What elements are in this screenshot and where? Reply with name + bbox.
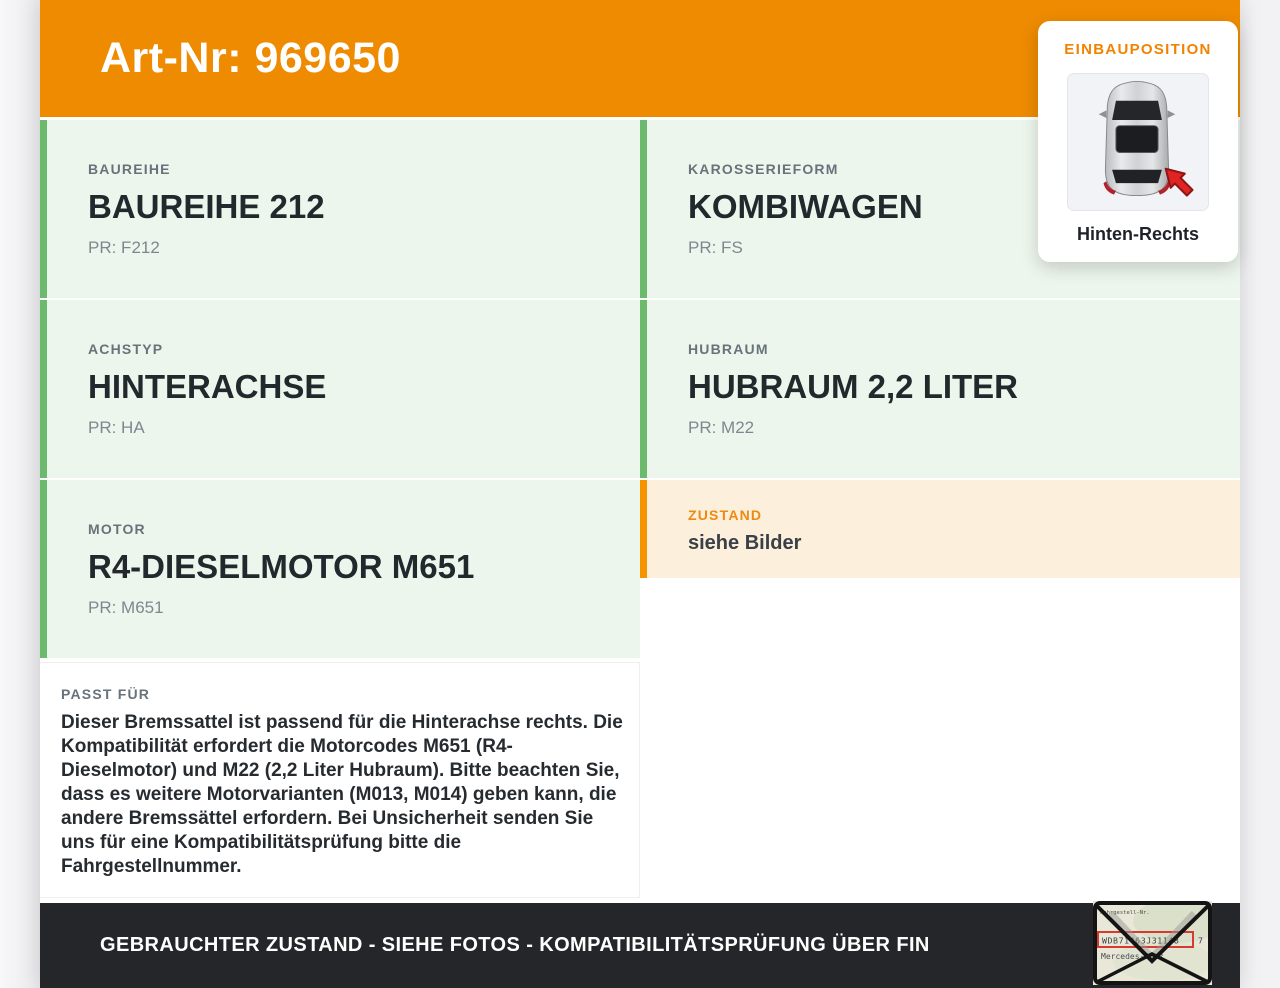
card-zustand: ZUSTAND siehe Bilder — [640, 480, 1240, 578]
card-value: HINTERACHSE — [88, 368, 327, 405]
card-pr-code: PR: F212 — [88, 238, 160, 257]
card-pr-code: PR: M22 — [688, 418, 755, 437]
card-value: siehe Bilder — [688, 532, 802, 554]
card-pr-code: PR: M651 — [88, 598, 164, 617]
spec-col-right-bottom: ZUSTAND siehe Bilder — [640, 480, 1240, 658]
spec-row-3: MOTOR R4-DIESELMOTOR M651 PR: M651 ZUSTA… — [40, 480, 1240, 658]
card-motor: MOTOR R4-DIESELMOTOR M651 PR: M651 — [40, 480, 640, 658]
passt-fuer-text: Dieser Bremssattel ist passend für die H… — [61, 712, 623, 877]
article-number-title: Art-Nr: 969650 — [100, 34, 401, 82]
footer-condition-text: GEBRAUCHTER ZUSTAND - SIEHE FOTOS - KOMP… — [100, 934, 930, 956]
card-label: ACHSTYP — [88, 341, 164, 357]
card-hubraum: HUBRAUM HUBRAUM 2,2 LITER PR: M22 — [640, 300, 1240, 478]
car-mirror-right — [1167, 110, 1176, 119]
fin-check-digit: 7 — [1198, 936, 1203, 946]
footer-bar: GEBRAUCHTER ZUSTAND - SIEHE FOTOS - KOMP… — [40, 903, 1240, 988]
einbauposition-card: EINBAUPOSITION Hinten-Rechts — [1038, 21, 1238, 262]
card-value: R4-DIESELMOTOR M651 — [88, 548, 475, 585]
card-label: HUBRAUM — [688, 341, 769, 357]
car-mirror-left — [1098, 110, 1107, 119]
card-label: ZUSTAND — [688, 507, 763, 523]
card-label: MOTOR — [88, 521, 146, 537]
card-value: HUBRAUM 2,2 LITER — [688, 368, 1019, 405]
fin-envelope-image: Fahrgestell-Nr. WDB71463J31148 7 Mercede… — [1093, 899, 1223, 985]
passt-fuer-label: PASST FÜR — [61, 686, 151, 702]
card-label: BAUREIHE — [88, 161, 171, 177]
spec-row-2: ACHSTYP HINTERACHSE PR: HA HUBRAUM HUBRA… — [40, 300, 1240, 478]
card-achstyp: ACHSTYP HINTERACHSE PR: HA — [40, 300, 640, 478]
position-arrow-icon — [1164, 167, 1194, 197]
passt-fuer-card: PASST FÜR Dieser Bremssattel ist passend… — [40, 662, 640, 898]
card-value: BAUREIHE 212 — [88, 188, 325, 225]
card-pr-code: PR: HA — [88, 418, 145, 437]
einbauposition-title: EINBAUPOSITION — [1064, 41, 1212, 58]
listing-content: Art-Nr: 969650 BAUREIHE BAUREIHE 212 PR:… — [40, 0, 1240, 988]
car-position-image-box — [1067, 73, 1209, 211]
page: Art-Nr: 969650 BAUREIHE BAUREIHE 212 PR:… — [0, 0, 1280, 988]
einbauposition-value: Hinten-Rechts — [1076, 224, 1199, 244]
card-baureihe: BAUREIHE BAUREIHE 212 PR: F212 — [40, 120, 640, 298]
